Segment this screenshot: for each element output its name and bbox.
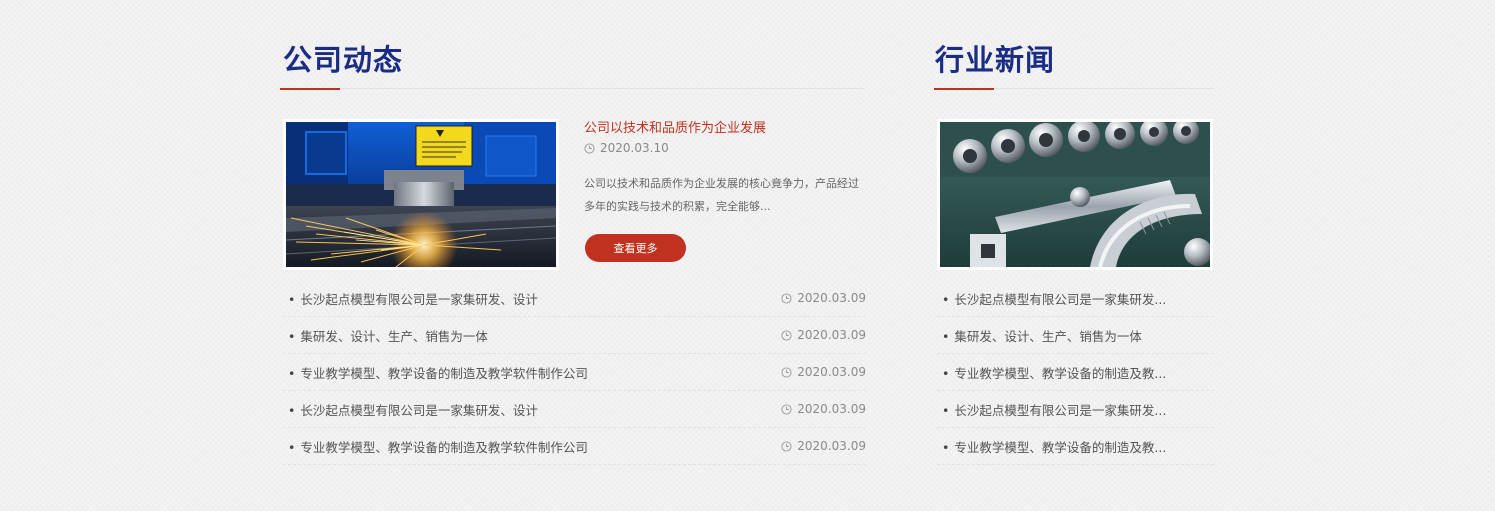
- news-item-date-text: 2020.03.09: [797, 402, 866, 416]
- news-item-date-text: 2020.03.09: [797, 328, 866, 342]
- bullet-icon: •: [942, 328, 950, 344]
- news-list-item[interactable]: • 长沙起点模型有限公司是一家集研发...: [937, 391, 1214, 428]
- news-item-title[interactable]: 长沙起点模型有限公司是一家集研发、设计: [300, 403, 538, 418]
- news-item-date: 2020.03.09: [781, 365, 866, 379]
- news-item-title[interactable]: 专业教学模型、教学设备的制造及教学软件制作公司: [300, 440, 588, 455]
- feature-article-summary: 公司以技术和品质作为企业发展的核心竟争力，产品经过多年的实践与技术的积累，完全能…: [584, 177, 859, 213]
- news-list-item[interactable]: • 长沙起点模型有限公司是一家集研发...: [937, 280, 1214, 317]
- news-list-item[interactable]: • 专业教学模型、教学设备的制造及教学软件制作公司 2020.03.09: [283, 428, 866, 465]
- clock-icon: [584, 142, 595, 154]
- industry-news-title-accent: [934, 88, 994, 90]
- news-list-item[interactable]: • 专业教学模型、教学设备的制造及教...: [937, 428, 1214, 465]
- news-item-title[interactable]: 集研发、设计、生产、销售为一体: [300, 329, 488, 344]
- bullet-icon: •: [942, 291, 950, 307]
- news-item-date-text: 2020.03.09: [797, 291, 866, 305]
- news-list-item[interactable]: • 专业教学模型、教学设备的制造及教...: [937, 354, 1214, 391]
- news-item-title[interactable]: 专业教学模型、教学设备的制造及教...: [954, 366, 1166, 381]
- news-item-date: 2020.03.09: [781, 402, 866, 416]
- feature-article-date: 2020.03.10: [584, 141, 669, 155]
- news-item-date: 2020.03.09: [781, 328, 866, 342]
- bullet-icon: •: [288, 291, 296, 307]
- company-news-title-divider: [280, 88, 865, 89]
- socket-wrench-set-image: [940, 122, 1210, 267]
- news-list-item[interactable]: • 长沙起点模型有限公司是一家集研发、设计 2020.03.09: [283, 280, 866, 317]
- news-item-title[interactable]: 专业教学模型、教学设备的制造及教学软件制作公司: [300, 366, 588, 381]
- company-news-title-accent: [280, 88, 340, 90]
- bullet-icon: •: [288, 365, 296, 381]
- bullet-icon: •: [942, 439, 950, 455]
- bullet-icon: •: [942, 365, 950, 381]
- industry-news-title: 行业新闻: [935, 43, 1056, 77]
- laser-cutting-image: [286, 122, 556, 267]
- feature-date-text: 2020.03.10: [600, 141, 669, 155]
- news-item-title[interactable]: 长沙起点模型有限公司是一家集研发...: [954, 403, 1166, 418]
- news-item-date: 2020.03.09: [781, 291, 866, 305]
- news-list-item[interactable]: • 集研发、设计、生产、销售为一体: [937, 317, 1214, 354]
- socket-wrench-set-photo[interactable]: [937, 119, 1213, 270]
- news-item-title[interactable]: 长沙起点模型有限公司是一家集研发、设计: [300, 292, 538, 307]
- clock-icon: [781, 329, 792, 341]
- bullet-icon: •: [942, 402, 950, 418]
- bullet-icon: •: [288, 439, 296, 455]
- industry-news-list: • 长沙起点模型有限公司是一家集研发... • 集研发、设计、生产、销售为一体 • 专…: [937, 280, 1214, 465]
- view-more-button[interactable]: 查看更多: [585, 234, 686, 262]
- bullet-icon: •: [288, 402, 296, 418]
- news-item-date-text: 2020.03.09: [797, 365, 866, 379]
- laser-cutting-photo[interactable]: [283, 119, 559, 270]
- clock-icon: [781, 292, 792, 304]
- news-item-date-text: 2020.03.09: [797, 439, 866, 453]
- news-item-title[interactable]: 长沙起点模型有限公司是一家集研发...: [954, 292, 1166, 307]
- clock-icon: [781, 440, 792, 452]
- company-news-title: 公司动态: [283, 43, 404, 77]
- clock-icon: [781, 366, 792, 378]
- news-list-item[interactable]: • 长沙起点模型有限公司是一家集研发、设计 2020.03.09: [283, 391, 866, 428]
- news-list-item[interactable]: • 集研发、设计、生产、销售为一体 2020.03.09: [283, 317, 866, 354]
- news-list-item[interactable]: • 专业教学模型、教学设备的制造及教学软件制作公司 2020.03.09: [283, 354, 866, 391]
- company-news-list: • 长沙起点模型有限公司是一家集研发、设计 2020.03.09 • 集研发、设计、…: [283, 280, 866, 465]
- feature-article-title[interactable]: 公司以技术和品质作为企业发展: [584, 117, 766, 136]
- clock-icon: [781, 403, 792, 415]
- bullet-icon: •: [288, 328, 296, 344]
- news-item-date: 2020.03.09: [781, 439, 866, 453]
- news-item-title[interactable]: 专业教学模型、教学设备的制造及教...: [954, 440, 1166, 455]
- news-item-title[interactable]: 集研发、设计、生产、销售为一体: [954, 329, 1142, 344]
